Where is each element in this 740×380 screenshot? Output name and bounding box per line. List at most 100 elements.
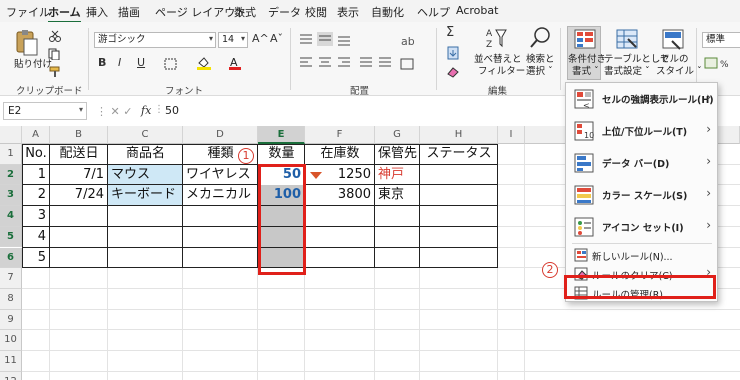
tab-page-layout[interactable]: ページ レイアウト [155,4,246,20]
font-size-select[interactable]: 14 ▾ [218,32,248,48]
tab-help[interactable]: ヘルプ [417,4,450,20]
column-header-e[interactable]: E [258,126,305,144]
row-header-3[interactable]: 3 [0,185,22,207]
insert-function-button[interactable]: fx [141,104,151,117]
name-box[interactable]: E2 ▾ [3,102,87,120]
align-left-icon[interactable] [298,56,398,73]
cell-styles-label-1[interactable]: セルの [660,54,689,65]
find-select-label-2[interactable]: 選択 ˇ [526,66,553,77]
table-cell[interactable] [108,248,183,269]
table-cell[interactable] [420,165,498,186]
table-cell[interactable]: 7/24 [50,185,108,206]
table-cell[interactable] [305,227,375,248]
paste-icon[interactable] [14,28,40,61]
table-cell[interactable] [305,248,375,269]
menu-item-highlight-cells[interactable]: < セルの強調表示ルール(H) › [566,83,717,114]
find-select-label-1[interactable]: 検索と [526,54,555,65]
tab-insert[interactable]: 挿入 [86,4,108,20]
menu-item-new-rule[interactable]: 新しいルール(N)... [566,246,717,264]
tab-review[interactable]: 校閲 [305,4,327,20]
tab-view[interactable]: 表示 [337,4,359,20]
column-header-c[interactable]: C [108,126,183,144]
table-cell[interactable]: 5 [22,248,50,269]
borders-icon[interactable] [164,58,178,73]
cut-icon[interactable] [48,30,62,45]
table-cell[interactable]: 3 [22,206,50,227]
table-header-cell[interactable]: No. [22,144,50,165]
autosum-icon[interactable]: Σ [446,26,454,40]
table-header-cell[interactable]: 保管先 [375,144,420,165]
active-cell-value[interactable]: 50 [258,165,305,186]
formula-input[interactable]: 50 [165,104,179,117]
format-painter-icon[interactable] [48,66,62,81]
font-grow-button[interactable]: A^ [252,32,269,46]
font-color-icon[interactable]: A [228,56,242,73]
cell-styles-label-2[interactable]: スタイル ˇ [656,66,702,77]
tab-file[interactable]: ファイル [6,4,50,20]
font-name-select[interactable]: 游ゴシック ▾ [94,32,216,48]
row-header-12[interactable]: 12 [0,371,22,380]
find-select-icon[interactable] [530,26,552,53]
tab-draw[interactable]: 描画 [118,4,140,20]
table-header-cell[interactable]: 在庫数 [305,144,375,165]
table-cell[interactable] [183,227,258,248]
column-header-f[interactable]: F [305,126,375,144]
table-cell[interactable] [108,206,183,227]
copy-icon[interactable] [48,48,64,63]
table-header-cell[interactable]: ステータス [420,144,498,165]
table-cell[interactable] [50,248,108,269]
menu-item-color-scales[interactable]: カラー スケール(S) › [566,179,717,210]
format-as-table-label-2[interactable]: 書式設定 ˇ [604,66,650,77]
table-cell[interactable]: 東京 [375,185,420,206]
column-header-i[interactable]: I [498,126,525,144]
tab-data[interactable]: データ [268,4,301,20]
column-header-a[interactable]: A [22,126,50,144]
align-top-icon[interactable] [298,32,358,49]
format-as-table-icon[interactable] [616,29,638,54]
conditional-formatting-label-1[interactable]: 条件付き [568,54,606,65]
fill-color-icon[interactable] [196,56,212,73]
font-shrink-button[interactable]: Aˇ [270,32,283,46]
table-cell[interactable]: 神戸 [375,165,420,186]
column-header-g[interactable]: G [375,126,420,144]
select-all-corner[interactable] [0,126,22,144]
menu-item-data-bars[interactable]: データ バー(D) › [566,147,717,178]
table-cell[interactable] [108,227,183,248]
clear-icon[interactable] [446,66,460,81]
tab-formulas[interactable]: 数式 [234,4,256,20]
number-format-select[interactable]: 標準 [702,32,740,48]
wrap-text-icon[interactable]: ab [400,34,415,51]
table-cell[interactable] [375,248,420,269]
table-cell[interactable] [183,248,258,269]
conditional-formatting-label-2[interactable]: 書式 ˇ [572,66,599,77]
row-header-5[interactable]: 5 [0,226,22,248]
italic-button[interactable]: I [118,56,121,70]
menu-item-top-bottom[interactable]: 10 上位/下位ルール(T) › [566,115,717,146]
row-header-10[interactable]: 10 [0,330,22,351]
table-cell[interactable]: ワイヤレス [183,165,258,186]
underline-button[interactable]: U [137,56,145,70]
table-cell[interactable] [50,206,108,227]
table-cell[interactable] [420,206,498,227]
table-header-cell[interactable]: 配送日 [50,144,108,165]
bold-button[interactable]: B [98,56,106,70]
tab-automate[interactable]: 自動化 [371,4,404,20]
table-header-cell[interactable]: 商品名 [108,144,183,165]
row-header-1[interactable]: 1 [0,144,22,165]
column-header-b[interactable]: B [50,126,108,144]
row-header-6[interactable]: 6 [0,247,22,269]
row-header-7[interactable]: 7 [0,268,22,289]
table-cell[interactable] [305,206,375,227]
menu-item-icon-sets[interactable]: アイコン セット(I) › [566,211,717,242]
row-header-11[interactable]: 11 [0,351,22,372]
table-cell[interactable] [375,227,420,248]
sort-filter-label-1[interactable]: 並べ替えと [474,54,522,65]
cell-styles-icon[interactable] [662,29,684,54]
table-cell[interactable]: 7/1 [50,165,108,186]
row-header-4[interactable]: 4 [0,206,22,227]
table-cell[interactable]: 3800 [305,185,375,206]
merge-center-icon[interactable] [400,58,414,73]
table-cell[interactable] [420,185,498,206]
sort-filter-icon[interactable]: AZ [486,26,508,53]
row-header-9[interactable]: 9 [0,309,22,331]
